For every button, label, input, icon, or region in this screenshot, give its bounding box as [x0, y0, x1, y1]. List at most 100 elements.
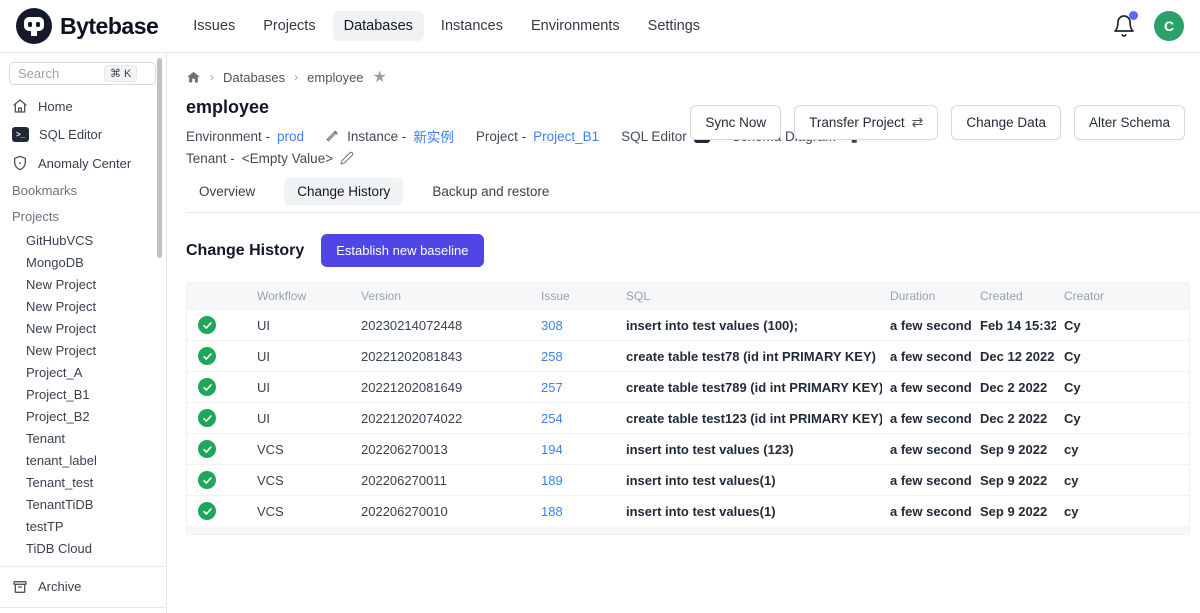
sidebar-project-item[interactable]: TenantTiDB: [0, 494, 166, 516]
cell-duration: a few seconds: [882, 403, 972, 434]
sidebar-item-anomaly-center[interactable]: Anomaly Center: [0, 149, 166, 178]
table-header-row: WorkflowVersionIssueSQLDurationCreatedCr…: [187, 283, 1189, 310]
sidebar-project-item[interactable]: New Project: [0, 318, 166, 340]
sidebar-project-item[interactable]: Project_B2: [0, 406, 166, 428]
tab[interactable]: Change History: [284, 178, 403, 205]
topbar-nav-item[interactable]: Issues: [182, 11, 246, 41]
table-body: UI 20230214072448 308 insert into test v…: [187, 310, 1189, 527]
issue-link[interactable]: 188: [541, 504, 563, 519]
cell-version: 20221202081843: [353, 341, 533, 372]
notifications-button[interactable]: [1112, 14, 1136, 38]
topbar-nav-item[interactable]: Databases: [333, 11, 424, 41]
table-row[interactable]: VCS 202206270011 189 insert into test va…: [187, 465, 1189, 496]
cell-creator: Cy: [1056, 341, 1189, 372]
sidebar-item-home[interactable]: Home: [0, 92, 166, 121]
sidebar-project-item[interactable]: tenant_label: [0, 450, 166, 472]
cell-version: 202206270013: [353, 434, 533, 465]
issue-link[interactable]: 257: [541, 380, 563, 395]
cell-version: 202206270011: [353, 465, 533, 496]
column-header: [187, 283, 249, 310]
chevron-right-icon: ›: [294, 70, 298, 84]
cell-creator: Cy: [1056, 310, 1189, 341]
table-row[interactable]: VCS 202206270013 194 insert into test va…: [187, 434, 1189, 465]
establish-baseline-button[interactable]: Establish new baseline: [321, 234, 483, 267]
topbar: Bytebase Issues Projects Databases Insta…: [0, 0, 1200, 53]
shield-icon: [12, 155, 28, 171]
sidebar-section-bookmarks: Bookmarks: [0, 178, 166, 204]
table-row[interactable]: UI 20221202074022 254 create table test1…: [187, 403, 1189, 434]
brand-logo[interactable]: Bytebase: [16, 8, 158, 44]
cell-version: 20221202074022: [353, 403, 533, 434]
sidebar-item-archive[interactable]: Archive: [0, 573, 166, 602]
pencil-edit-icon[interactable]: [340, 151, 354, 165]
sidebar-item-label: Anomaly Center: [38, 156, 131, 171]
sidebar-project-item[interactable]: MongoDB: [0, 252, 166, 274]
sidebar-project-item[interactable]: New Project: [0, 274, 166, 296]
breadcrumb: › Databases › employee ★: [186, 67, 1200, 87]
issue-link[interactable]: 194: [541, 442, 563, 457]
main-content: › Databases › employee ★ employee Enviro…: [167, 53, 1200, 613]
sidebar-project-item[interactable]: Project_A: [0, 362, 166, 384]
action-button[interactable]: Sync Now: [690, 105, 781, 140]
sidebar-project-item[interactable]: TiDB Cloud: [0, 538, 166, 560]
breadcrumb-employee[interactable]: employee: [307, 70, 363, 85]
search-input[interactable]: [18, 66, 104, 81]
action-buttons: Sync Now Transfer Project ⇄ Change Data …: [690, 105, 1185, 140]
action-button[interactable]: Alter Schema: [1074, 105, 1185, 140]
search-box[interactable]: ⌘ K: [9, 62, 156, 85]
topbar-nav-item[interactable]: Projects: [252, 11, 326, 41]
table-row[interactable]: UI 20221202081649 257 create table test7…: [187, 372, 1189, 403]
cell-workflow: UI: [249, 372, 353, 403]
cell-sql: insert into test values (100);: [618, 310, 882, 341]
instance-link[interactable]: 新实例: [413, 126, 454, 146]
tab[interactable]: Backup and restore: [419, 178, 562, 205]
breadcrumb-databases[interactable]: Databases: [223, 70, 285, 85]
topbar-nav-item[interactable]: Environments: [520, 11, 631, 41]
success-check-icon: [198, 471, 216, 489]
column-header: Duration: [882, 283, 972, 310]
issue-link[interactable]: 254: [541, 411, 563, 426]
project-link[interactable]: Project_B1: [533, 129, 599, 144]
success-check-icon: [198, 347, 216, 365]
environment-link[interactable]: prod: [277, 129, 304, 144]
user-avatar[interactable]: C: [1154, 11, 1184, 41]
cell-created: Sep 9 2022: [972, 434, 1056, 465]
sidebar-project-item[interactable]: New Project: [0, 340, 166, 362]
topbar-nav-item[interactable]: Instances: [430, 11, 514, 41]
sidebar-scrollbar[interactable]: [157, 58, 162, 258]
issue-link[interactable]: 258: [541, 349, 563, 364]
sidebar-project-item[interactable]: Project_B1: [0, 384, 166, 406]
topbar-nav-item[interactable]: Settings: [637, 11, 711, 41]
issue-link[interactable]: 308: [541, 318, 563, 333]
table-row[interactable]: VCS 202206270010 188 insert into test va…: [187, 496, 1189, 527]
cell-sql: create table test123 (id int PRIMARY KEY…: [618, 403, 882, 434]
bookmark-star-icon[interactable]: ★: [373, 67, 387, 87]
action-button[interactable]: Transfer Project ⇄: [794, 105, 938, 140]
success-check-icon: [198, 316, 216, 334]
terminal-icon: >_: [12, 127, 29, 142]
sidebar-project-item[interactable]: Tenant_test: [0, 472, 166, 494]
issue-link[interactable]: 189: [541, 473, 563, 488]
sidebar-project-item[interactable]: testTP: [0, 516, 166, 538]
tab[interactable]: Overview: [186, 178, 268, 205]
column-header: Issue: [533, 283, 618, 310]
sidebar-item-sql-editor[interactable]: >_ SQL Editor: [0, 121, 166, 150]
breadcrumb-home-icon[interactable]: [186, 70, 201, 85]
search-shortcut-badge: ⌘ K: [104, 65, 137, 82]
sidebar-project-item[interactable]: Tenant: [0, 428, 166, 450]
table-row[interactable]: UI 20230214072448 308 insert into test v…: [187, 310, 1189, 341]
table-row[interactable]: UI 20221202081843 258 create table test7…: [187, 341, 1189, 372]
sidebar-project-list: GitHubVCS MongoDB New Project New Projec…: [0, 230, 166, 560]
cell-sql: insert into test values (123): [618, 434, 882, 465]
sidebar: ⌘ K Home >_ SQL Editor Anomaly Center Bo…: [0, 53, 167, 613]
action-button[interactable]: Change Data: [951, 105, 1061, 140]
cell-sql: insert into test values(1): [618, 496, 882, 527]
tenant-label: Tenant -: [186, 151, 235, 166]
chevron-right-icon: ›: [210, 70, 214, 84]
cell-creator: cy: [1056, 465, 1189, 496]
sidebar-project-item[interactable]: New Project: [0, 296, 166, 318]
success-check-icon: [198, 502, 216, 520]
sidebar-item-label: Archive: [38, 579, 81, 594]
tenant-value: <Empty Value>: [242, 151, 333, 166]
sidebar-project-item[interactable]: GitHubVCS: [0, 230, 166, 252]
